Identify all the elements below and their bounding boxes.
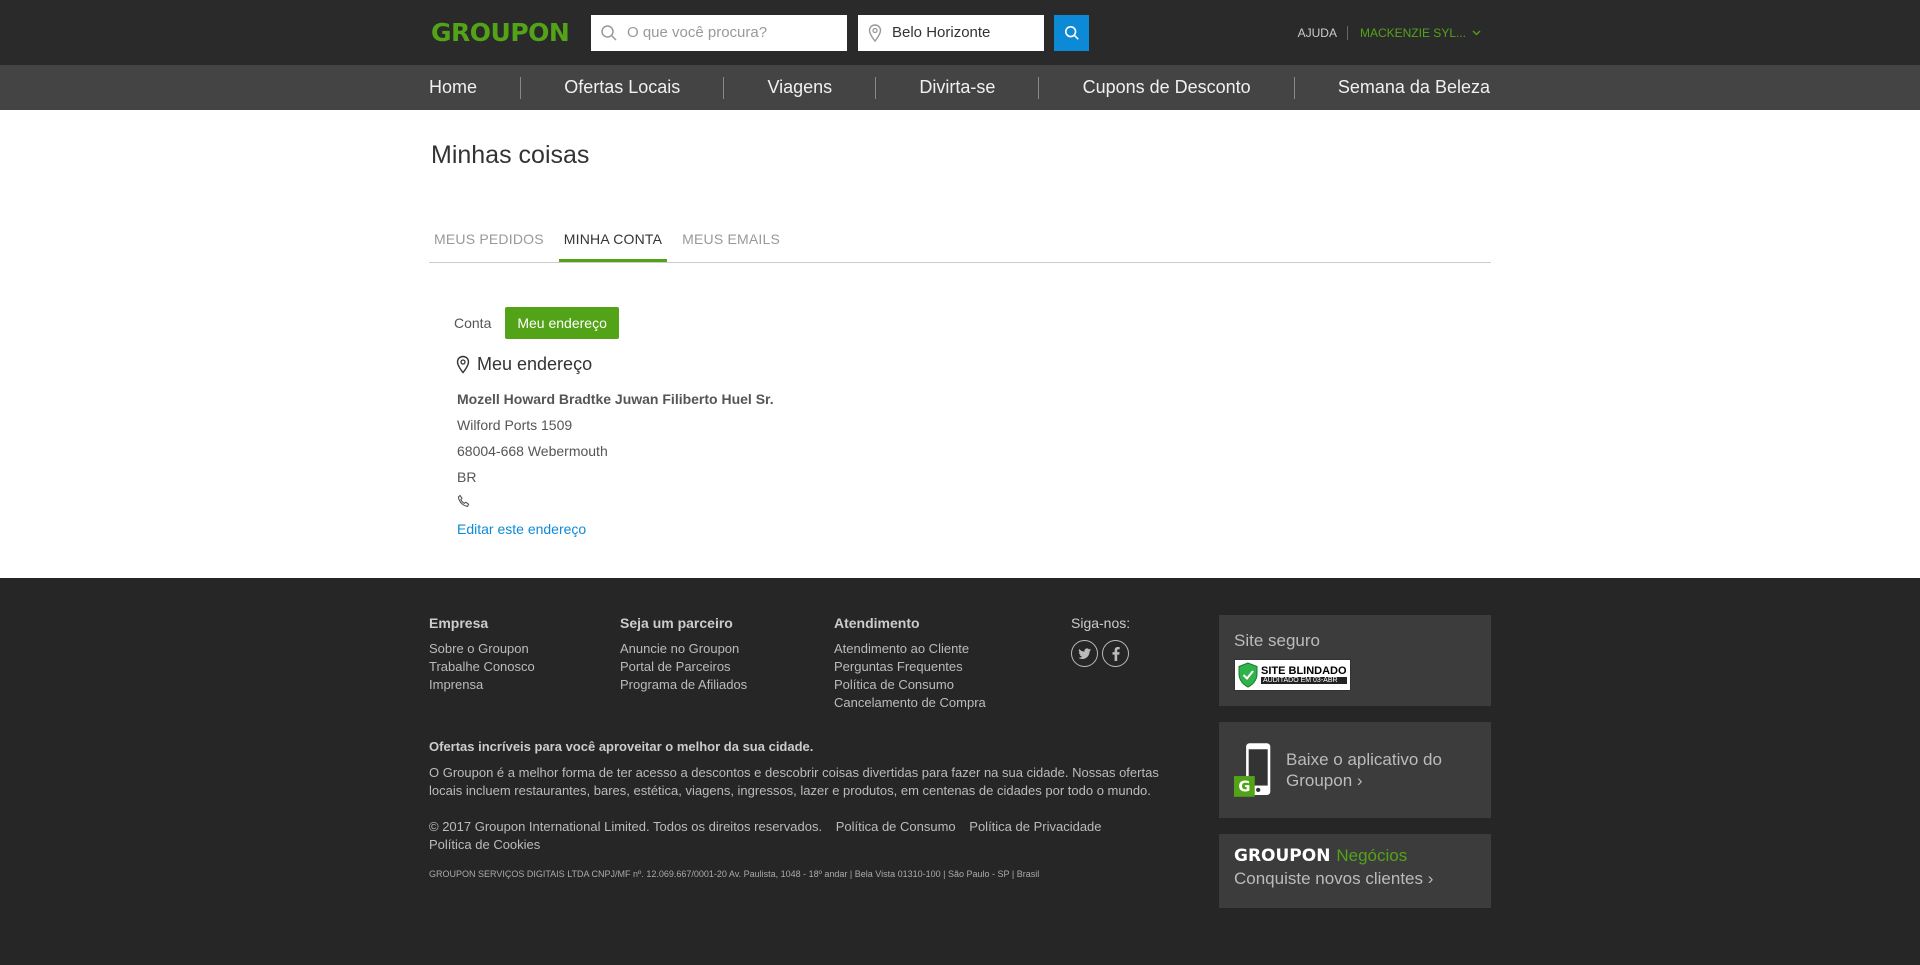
footer-col-title: Seja um parceiro: [620, 615, 733, 631]
nav-divider: [1038, 76, 1040, 99]
location-input[interactable]: [892, 24, 1037, 41]
facebook-icon[interactable]: [1102, 640, 1129, 667]
footer-link[interactable]: Cancelamento de Compra: [834, 694, 1071, 712]
footer: Empresa Sobre o Groupon Trabalhe Conosco…: [0, 578, 1920, 965]
groupon-negocios-box[interactable]: GROUPON Negócios Conquiste novos cliente…: [1219, 834, 1491, 908]
page-title: Minhas coisas: [431, 141, 590, 169]
follow-label: Siga-nos:: [1071, 615, 1131, 631]
legal-link-consumo[interactable]: Política de Consumo: [836, 819, 956, 834]
negocios-word: Negócios: [1336, 846, 1408, 865]
help-link[interactable]: AJUDA: [1298, 25, 1348, 40]
shield-icon: [1238, 662, 1258, 688]
address-heading: Meu endereço: [456, 354, 1491, 375]
nav-divider: [1293, 76, 1295, 99]
user-name: MACKENZIE SYL...: [1359, 25, 1466, 40]
phone-app-icon: G: [1234, 743, 1271, 797]
search-icon: [1064, 25, 1079, 40]
nav-viagens[interactable]: Viagens: [767, 77, 832, 98]
footer-col-title: Atendimento: [834, 615, 920, 631]
twitter-icon[interactable]: [1071, 640, 1098, 667]
nav-divider: [875, 76, 877, 99]
location-pin-icon: [456, 355, 470, 374]
location-field[interactable]: [858, 14, 1044, 51]
copyright: © 2017 Groupon International Limited. To…: [429, 819, 823, 834]
company-info: GROUPON SERVIÇOS DIGITAIS LTDA CNPJ/MF n…: [429, 869, 1040, 879]
negocios-brand: GROUPON: [1234, 846, 1331, 866]
tab-minha-conta[interactable]: MINHA CONTA: [558, 222, 668, 262]
address-block: Mozell Howard Bradtke Juwan Filiberto Hu…: [457, 386, 1491, 542]
footer-legal: © 2017 Groupon International Limited. To…: [429, 818, 1179, 854]
footer-link[interactable]: Programa de Afiliados: [620, 676, 834, 694]
user-menu[interactable]: MACKENZIE SYL...: [1348, 26, 1481, 40]
chevron-down-icon: [1472, 30, 1481, 35]
secure-site-box: Site seguro SITE BLINDADO AUDITADO EM 03…: [1219, 615, 1491, 706]
footer-promo-title: Ofertas incríveis para você aproveitar o…: [429, 739, 814, 754]
negocios-text: Conquiste novos clientes ›: [1234, 869, 1434, 888]
search-input[interactable]: [627, 24, 837, 41]
nav-divirta-se[interactable]: Divirta-se: [919, 77, 995, 98]
footer-promo: Ofertas incríveis para você aproveitar o…: [429, 739, 1179, 800]
phone-icon: [457, 494, 470, 507]
address-heading-text: Meu endereço: [477, 354, 593, 374]
address-city: 68004-668 Webermouth: [457, 443, 608, 459]
svg-text:G: G: [1238, 779, 1250, 796]
edit-address-link[interactable]: Editar este endereço: [457, 516, 1491, 542]
tab-meus-emails[interactable]: MEUS EMAILS: [677, 222, 785, 262]
nav-semana-beleza[interactable]: Semana da Beleza: [1338, 77, 1490, 98]
footer-link[interactable]: Imprensa: [429, 676, 620, 694]
location-pin-icon: [858, 23, 892, 42]
account-subtabs: Conta Meu endereço: [454, 307, 1491, 339]
legal-link-cookies[interactable]: Política de Cookies: [429, 837, 540, 852]
search-icon: [591, 24, 627, 42]
footer-link[interactable]: Portal de Parceiros: [620, 658, 834, 676]
main-content: Minhas coisas MEUS PEDIDOS MINHA CONTA M…: [0, 110, 1920, 578]
top-header: GROUPON AJUDA MACKENZIE SYL...: [0, 0, 1920, 65]
footer-col-atendimento: Atendimento Atendimento ao Cliente Pergu…: [834, 615, 1071, 712]
address-country: BR: [457, 469, 477, 485]
main-nav: Home Ofertas Locais Viagens Divirta-se C…: [0, 65, 1920, 110]
account-tabs: MEUS PEDIDOS MINHA CONTA MEUS EMAILS: [429, 222, 1491, 263]
footer-link[interactable]: Perguntas Frequentes: [834, 658, 1071, 676]
nav-ofertas-locais[interactable]: Ofertas Locais: [564, 77, 680, 98]
badge-subtitle: AUDITADO EM 03-ABR: [1261, 677, 1347, 684]
address-name: Mozell Howard Bradtke Juwan Filiberto Hu…: [457, 391, 774, 407]
app-download-text: Baixe o aplicativo do Groupon ›: [1286, 750, 1442, 790]
app-download-box[interactable]: G Baixe o aplicativo do Groupon ›: [1219, 722, 1491, 818]
secure-site-title: Site seguro: [1234, 631, 1320, 650]
search-field[interactable]: [591, 14, 847, 51]
footer-link[interactable]: Anuncie no Groupon: [620, 640, 834, 658]
search-button[interactable]: [1054, 14, 1089, 51]
footer-col-title: Empresa: [429, 615, 489, 631]
footer-col-parceiro: Seja um parceiro Anuncie no Groupon Port…: [620, 615, 834, 712]
footer-link[interactable]: Política de Consumo: [834, 676, 1071, 694]
footer-link[interactable]: Atendimento ao Cliente: [834, 640, 1071, 658]
footer-promo-text: O Groupon é a melhor forma de ter acesso…: [429, 765, 1159, 798]
groupon-logo[interactable]: GROUPON: [431, 18, 590, 47]
tab-meus-pedidos[interactable]: MEUS PEDIDOS: [429, 222, 549, 262]
footer-link[interactable]: Trabalhe Conosco: [429, 658, 620, 676]
address-street: Wilford Ports 1509: [457, 417, 573, 433]
legal-link-privacidade[interactable]: Política de Privacidade: [969, 819, 1101, 834]
site-blindado-badge[interactable]: SITE BLINDADO AUDITADO EM 03-ABR: [1234, 659, 1351, 691]
subtab-meu-endereco[interactable]: Meu endereço: [505, 307, 619, 339]
nav-divider: [520, 76, 522, 99]
footer-link[interactable]: Sobre o Groupon: [429, 640, 620, 658]
footer-col-social: Siga-nos:: [1071, 615, 1130, 712]
nav-home[interactable]: Home: [429, 77, 477, 98]
nav-divider: [723, 76, 725, 99]
badge-title: SITE BLINDADO: [1261, 665, 1347, 677]
address-phone: [457, 490, 1491, 516]
nav-cupons[interactable]: Cupons de Desconto: [1083, 77, 1251, 98]
footer-col-empresa: Empresa Sobre o Groupon Trabalhe Conosco…: [429, 615, 620, 712]
subtab-conta[interactable]: Conta: [454, 307, 504, 339]
